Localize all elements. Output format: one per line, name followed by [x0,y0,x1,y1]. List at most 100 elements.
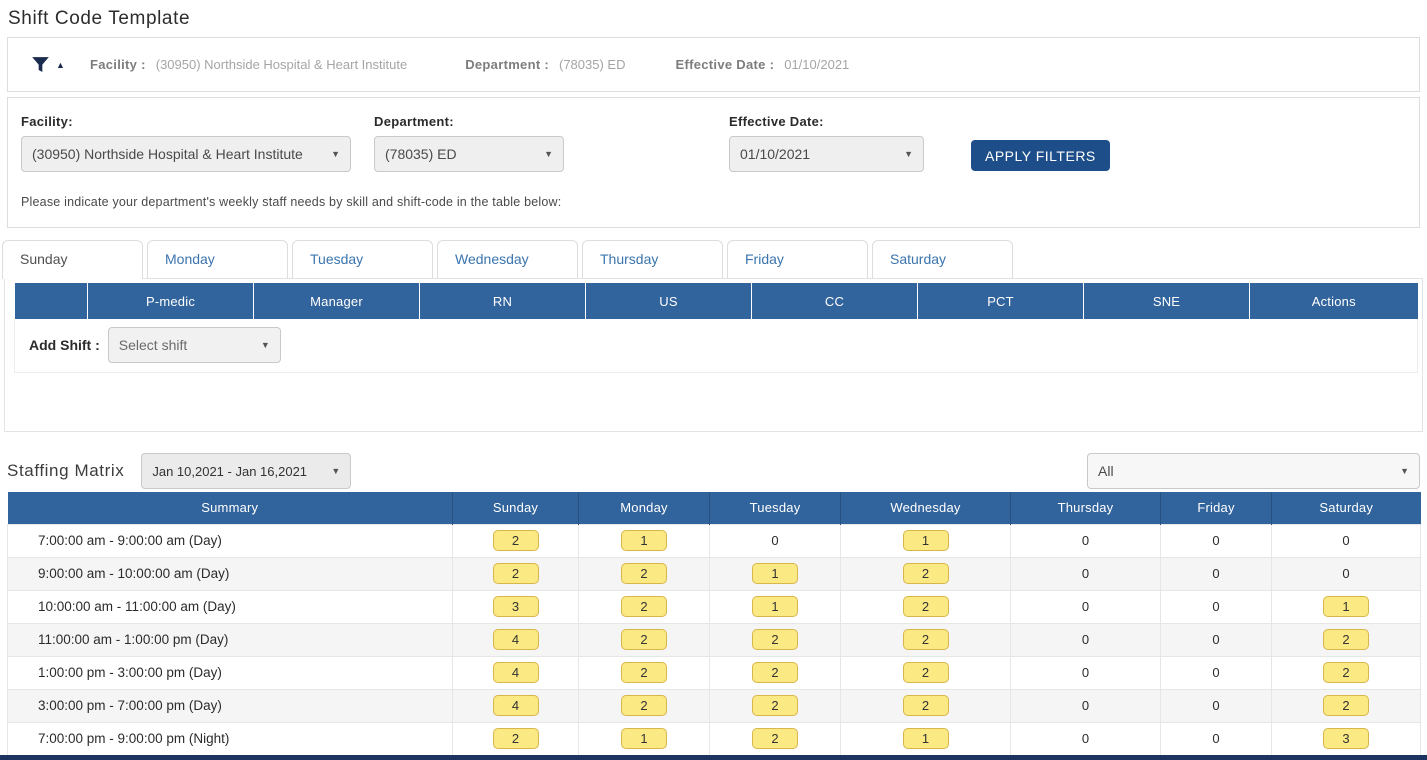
matrix-count-cell: 0 [1011,524,1161,557]
matrix-count-cell: 0 [1011,722,1161,755]
staff-count-badge[interactable]: 1 [752,596,798,617]
matrix-col-saturday: Saturday [1272,492,1421,524]
staff-count-badge[interactable]: 2 [903,563,949,584]
staff-count-badge[interactable]: 3 [1323,728,1369,749]
staff-count-badge[interactable]: 3 [493,596,539,617]
staff-count-badge[interactable]: 1 [903,530,949,551]
matrix-count-cell: 1 [710,557,841,590]
matrix-count-cell: 0 [1272,557,1421,590]
matrix-col-monday: Monday [579,492,710,524]
staff-count-badge[interactable]: 2 [752,728,798,749]
matrix-count-cell: 1 [1272,590,1421,623]
staff-count-badge[interactable]: 2 [752,662,798,683]
tab-saturday[interactable]: Saturday [872,240,1013,278]
week-range-select[interactable]: Jan 10,2021 - Jan 16,2021 ▼ [141,453,351,489]
staff-count-badge[interactable]: 2 [493,530,539,551]
matrix-col-sunday: Sunday [453,492,579,524]
matrix-count-cell: 1 [579,524,710,557]
apply-filters-button[interactable]: APPLY FILTERS [971,140,1110,171]
matrix-row: 1:00:00 pm - 3:00:00 pm (Day)4222002 [8,656,1421,689]
effective-date-summary-label: Effective Date : [675,57,774,72]
matrix-count-cell: 0 [1011,590,1161,623]
staffing-matrix-header-row: SummarySundayMondayTuesdayWednesdayThurs… [8,492,1421,524]
matrix-summary-cell: 7:00:00 am - 9:00:00 am (Day) [8,524,453,557]
staff-count-badge[interactable]: 2 [903,695,949,716]
staff-count-badge[interactable]: 1 [621,530,667,551]
staff-count-badge[interactable]: 2 [1323,629,1369,650]
matrix-count-cell: 4 [453,689,579,722]
tab-friday[interactable]: Friday [727,240,868,278]
staff-count-badge[interactable]: 2 [621,563,667,584]
staff-count-zero: 0 [1082,533,1089,548]
matrix-count-cell: 1 [579,722,710,755]
staff-count-zero: 0 [1212,566,1219,581]
staff-count-badge[interactable]: 2 [493,728,539,749]
matrix-count-cell: 0 [1011,623,1161,656]
matrix-count-cell: 0 [1161,722,1272,755]
staff-count-badge[interactable]: 2 [752,629,798,650]
staff-count-badge[interactable]: 4 [493,629,539,650]
tab-monday[interactable]: Monday [147,240,288,278]
shift-col-manager: Manager [254,283,420,319]
matrix-row: 7:00:00 pm - 9:00:00 pm (Night)2121003 [8,722,1421,755]
filter-collapse-toggle[interactable]: ▲ [30,54,80,75]
staff-count-badge[interactable]: 1 [903,728,949,749]
shift-code-template-page: Shift Code Template ▲ Facility : (30950)… [0,8,1427,756]
skill-filter-select[interactable]: All ▼ [1087,453,1420,489]
staff-count-zero: 0 [1212,731,1219,746]
matrix-count-cell: 2 [579,689,710,722]
shift-col-p-medic: P-medic [88,283,254,319]
matrix-count-cell: 0 [1011,557,1161,590]
matrix-count-cell: 2 [841,557,1011,590]
shift-col-blank [15,283,88,319]
department-summary-value: (78035) ED [559,57,625,72]
matrix-count-cell: 0 [1161,689,1272,722]
effective-date-select[interactable]: 01/10/2021 ▼ [729,136,924,172]
shift-table-panel: P-medicManagerRNUSCCPCTSNEActions Add Sh… [4,278,1423,432]
facility-select[interactable]: (30950) Northside Hospital & Heart Insti… [21,136,351,172]
instruction-note: Please indicate your department's weekly… [21,195,1419,209]
staff-count-badge[interactable]: 1 [1323,596,1369,617]
tab-wednesday[interactable]: Wednesday [437,240,578,278]
staff-count-badge[interactable]: 2 [903,662,949,683]
staff-count-zero: 0 [1212,698,1219,713]
matrix-summary-cell: 10:00:00 am - 11:00:00 am (Day) [8,590,453,623]
matrix-count-cell: 2 [1272,623,1421,656]
department-select[interactable]: (78035) ED ▼ [374,136,564,172]
staff-count-badge[interactable]: 2 [493,563,539,584]
add-shift-select[interactable]: Select shift ▼ [108,327,281,363]
tab-sunday[interactable]: Sunday [2,240,143,279]
staff-count-badge[interactable]: 2 [752,695,798,716]
staff-count-badge[interactable]: 1 [621,728,667,749]
matrix-count-cell: 0 [1161,557,1272,590]
matrix-count-cell: 0 [1272,524,1421,557]
staff-count-badge[interactable]: 2 [621,695,667,716]
staff-count-badge[interactable]: 2 [903,596,949,617]
matrix-count-cell: 3 [453,590,579,623]
staff-count-badge[interactable]: 4 [493,695,539,716]
staff-count-badge[interactable]: 2 [903,629,949,650]
staff-count-badge[interactable]: 2 [1323,662,1369,683]
staffing-matrix-table: SummarySundayMondayTuesdayWednesdayThurs… [7,492,1421,756]
staff-count-badge[interactable]: 4 [493,662,539,683]
staff-count-zero: 0 [1212,599,1219,614]
matrix-count-cell: 1 [710,590,841,623]
department-select-value: (78035) ED [385,146,457,162]
tab-thursday[interactable]: Thursday [582,240,723,278]
staff-count-badge[interactable]: 1 [752,563,798,584]
staff-count-badge[interactable]: 2 [1323,695,1369,716]
facility-field: Facility: (30950) Northside Hospital & H… [21,114,351,172]
staff-count-badge[interactable]: 2 [621,596,667,617]
facility-label: Facility: [21,114,351,129]
filter-summary-bar: ▲ Facility : (30950) Northside Hospital … [7,37,1420,92]
matrix-count-cell: 2 [579,590,710,623]
matrix-count-cell: 2 [710,656,841,689]
matrix-count-cell: 2 [841,590,1011,623]
matrix-count-cell: 2 [453,524,579,557]
matrix-count-cell: 4 [453,656,579,689]
staff-count-badge[interactable]: 2 [621,662,667,683]
staff-count-badge[interactable]: 2 [621,629,667,650]
tab-tuesday[interactable]: Tuesday [292,240,433,278]
matrix-summary-cell: 9:00:00 am - 10:00:00 am (Day) [8,557,453,590]
shift-col-actions: Actions [1250,283,1418,319]
